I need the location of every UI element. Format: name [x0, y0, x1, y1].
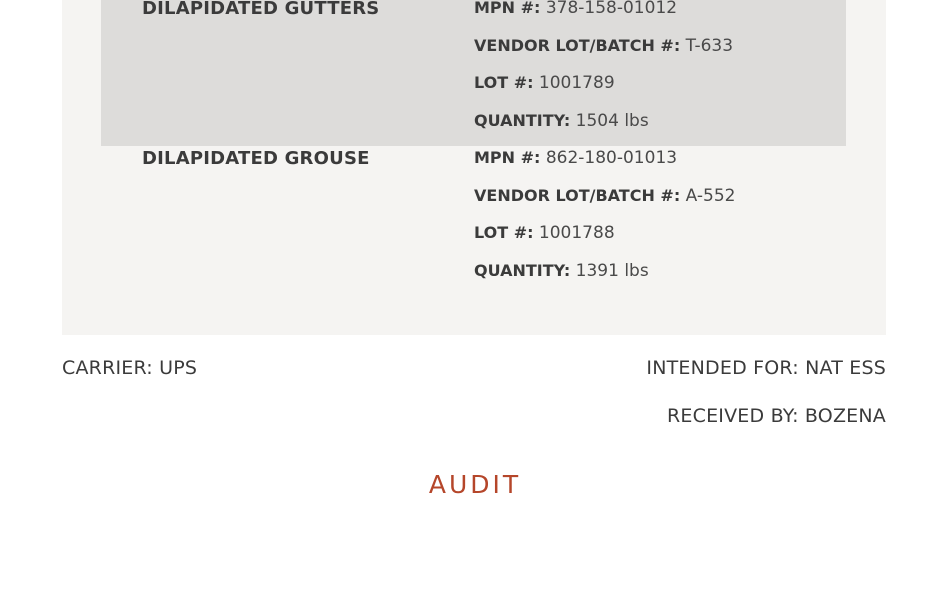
lot-value: 1001788 [538, 223, 615, 243]
quantity-value: 1504 lbs [575, 111, 649, 131]
mpn-field: MPN #: 862-180-01013 [474, 148, 677, 168]
mpn-value: 862-180-01013 [545, 148, 678, 168]
lot-field: LOT #: 1001789 [474, 73, 615, 93]
vendor-lot-value: A-552 [685, 186, 736, 206]
audit-link[interactable]: AUDIT [0, 470, 950, 499]
quantity-field: QUANTITY: 1391 lbs [474, 261, 649, 281]
item-name: DILAPIDATED GUTTERS [142, 0, 380, 19]
quantity-label: QUANTITY: [474, 261, 571, 280]
lot-label: LOT #: [474, 223, 534, 242]
intended-for-text: INTENDED FOR: NAT ESS [646, 357, 886, 379]
list-item[interactable]: DILAPIDATED GROUSE MPN #: 862-180-01013 … [101, 146, 846, 296]
vendor-lot-label: VENDOR LOT/BATCH #: [474, 36, 681, 55]
lot-field: LOT #: 1001788 [474, 223, 615, 243]
lot-value: 1001789 [538, 73, 615, 93]
vendor-lot-label: VENDOR LOT/BATCH #: [474, 186, 681, 205]
list-item[interactable]: DILAPIDATED GUTTERS MPN #: 378-158-01012… [101, 0, 846, 146]
vendor-lot-value: T-633 [685, 36, 734, 56]
mpn-field: MPN #: 378-158-01012 [474, 0, 677, 18]
mpn-value: 378-158-01012 [545, 0, 678, 18]
vendor-lot-field: VENDOR LOT/BATCH #: A-552 [474, 186, 735, 206]
lot-label: LOT #: [474, 73, 534, 92]
vendor-lot-field: VENDOR LOT/BATCH #: T-633 [474, 36, 733, 56]
quantity-label: QUANTITY: [474, 111, 571, 130]
mpn-label: MPN #: [474, 148, 541, 167]
received-by-text: RECEIVED BY: BOZENA [667, 405, 886, 427]
item-name: DILAPIDATED GROUSE [142, 148, 370, 169]
quantity-value: 1391 lbs [575, 261, 649, 281]
quantity-field: QUANTITY: 1504 lbs [474, 111, 649, 131]
carrier-text: CARRIER: UPS [62, 357, 198, 379]
mpn-label: MPN #: [474, 0, 541, 17]
